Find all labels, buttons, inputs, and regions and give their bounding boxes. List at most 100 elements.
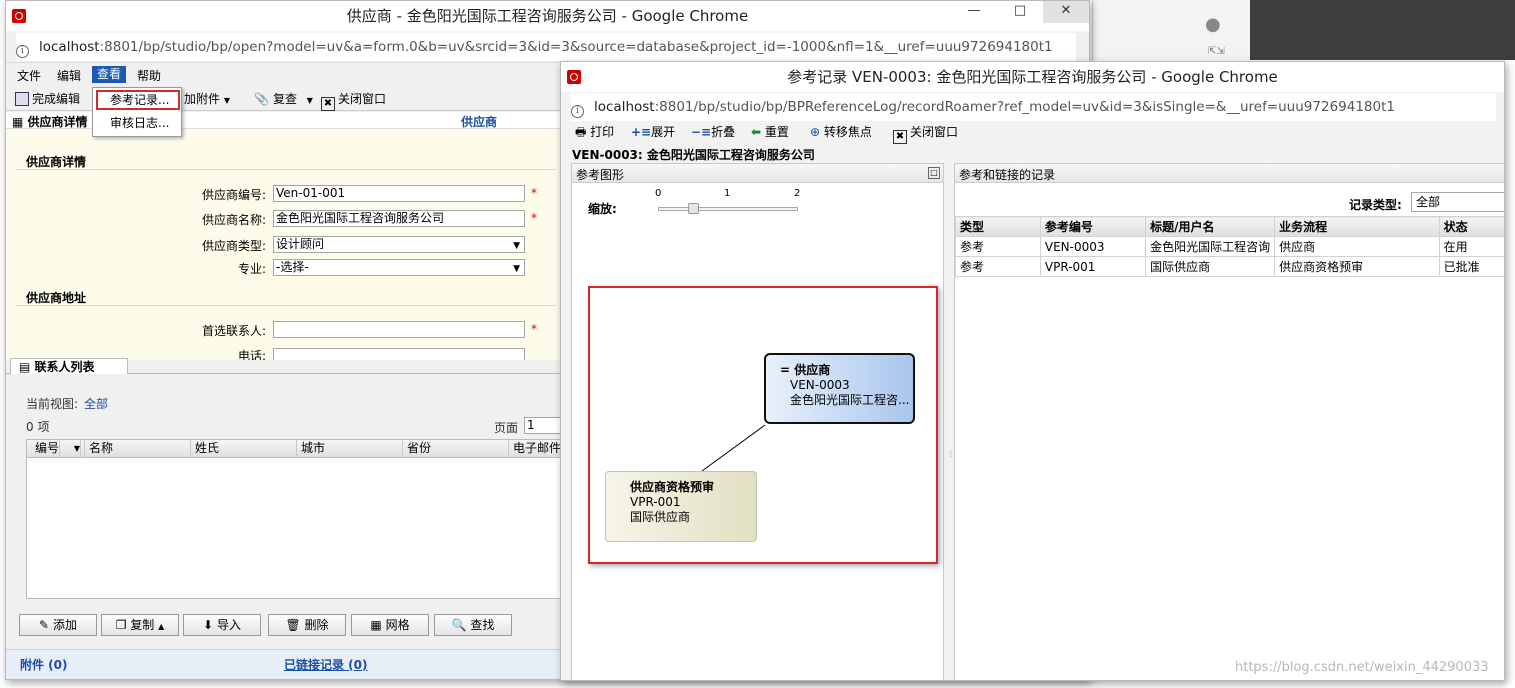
expand-icon[interactable]: ⇱⇲ bbox=[1208, 46, 1226, 58]
oracle-app-icon bbox=[567, 70, 581, 84]
vendor-name-label: 供应商名称: bbox=[201, 213, 266, 227]
finish-edit-button[interactable]: 完成编辑 bbox=[15, 89, 80, 109]
specialty-label: 专业: bbox=[237, 262, 266, 276]
reset-label: 重置 bbox=[764, 125, 789, 139]
form-icon: ▦ bbox=[12, 115, 24, 129]
close-button[interactable]: ✕ bbox=[1043, 1, 1089, 23]
contacts-tab[interactable]: ▤ 联系人列表 bbox=[10, 358, 128, 375]
zoom-thumb[interactable] bbox=[688, 203, 699, 214]
ref-close-window-button[interactable]: ✖ 关闭窗口 bbox=[893, 122, 958, 144]
vendor-form: 供应商详情 供应商编号: Ven-01-001 * 供应商名称: 金色阳光国际工… bbox=[6, 128, 561, 363]
contacts-panel: 当前视图: 全部 0 项 页面 1 编号 ▼ 名称 姓氏 城市 省份 电子邮件 ✎… bbox=[6, 374, 564, 644]
main-address-bar[interactable]: i localhost:8801/bp/studio/bp/open?model=… bbox=[16, 33, 1076, 61]
menu-help[interactable]: 帮助 bbox=[137, 67, 161, 84]
find-label: 查找 bbox=[470, 618, 495, 632]
review-label: 复查 bbox=[272, 92, 297, 106]
contacts-grid: 编号 ▼ 名称 姓氏 城市 省份 电子邮件 bbox=[26, 439, 562, 599]
main-window-title: 供应商 - 金色阳光国际工程咨询服务公司 - Google Chrome bbox=[346, 7, 749, 25]
current-view-value[interactable]: 全部 bbox=[84, 395, 108, 412]
ref-log-menu-item[interactable]: 参考记录... bbox=[96, 90, 180, 110]
reset-button[interactable]: ⬅ 重置 bbox=[751, 122, 789, 142]
table-row[interactable]: 参考 VPR-001 国际供应商 供应商资格预审 已批准 bbox=[955, 256, 1504, 277]
audit-log-menu-item[interactable]: 审核日志... bbox=[96, 114, 180, 134]
contact-label: 首选联系人: bbox=[201, 324, 266, 338]
ref-window-title: 参考记录 VEN-0003: 金色阳光国际工程咨询服务公司 - Google C… bbox=[787, 68, 1278, 86]
close-window-button[interactable]: ✖ 关闭窗口 bbox=[321, 89, 386, 111]
col-status[interactable]: 状态 bbox=[1438, 216, 1504, 237]
finish-edit-label: 完成编辑 bbox=[32, 92, 81, 106]
page-input[interactable]: 1 bbox=[524, 417, 564, 434]
graph-panel-header: 参考图形 □ bbox=[572, 164, 943, 183]
print-label: 打印 bbox=[590, 125, 615, 139]
copy-button[interactable]: ❐ 复制 ▲ bbox=[101, 614, 179, 636]
cell-business-process: 供应商 bbox=[1274, 236, 1440, 257]
col-surname[interactable]: 姓氏 bbox=[191, 440, 297, 458]
col-ref-no[interactable]: 参考编号 bbox=[1039, 216, 1147, 237]
contact-input[interactable] bbox=[273, 321, 525, 338]
maximize-button[interactable]: □ bbox=[997, 1, 1043, 23]
info-icon[interactable]: i bbox=[16, 45, 29, 58]
ref-toolbar: 🖶 打印 +≡展开 −≡折叠 ⬅ 重置 ⊕ 转移焦点 ✖ 关闭窗口 bbox=[561, 121, 1504, 144]
watermark: https://blog.csdn.net/weixin_44290033 bbox=[1235, 660, 1489, 675]
panel-splitter[interactable]: ⋮ bbox=[947, 450, 955, 466]
ref-address-bar[interactable]: i localhost:8801/bp/studio/bp/BPReference… bbox=[571, 93, 1496, 121]
add-attachment-button[interactable]: 加附件 ▼ bbox=[184, 89, 230, 109]
linked-records-link[interactable]: 已链接记录 (0) bbox=[284, 656, 368, 673]
delete-button[interactable]: 🗑 删除 bbox=[268, 614, 346, 636]
vendor-no-input[interactable]: Ven-01-001 bbox=[273, 185, 525, 202]
user-icon[interactable]: ● bbox=[1205, 14, 1227, 36]
print-button[interactable]: 🖶 打印 bbox=[575, 122, 614, 142]
copy-label: 复制 bbox=[130, 618, 155, 632]
current-view-label: 当前视图: bbox=[26, 397, 79, 411]
grid-button[interactable]: ▦ 网格 bbox=[351, 614, 429, 636]
col-province[interactable]: 省份 bbox=[403, 440, 509, 458]
add-button[interactable]: ✎ 添加 bbox=[19, 614, 97, 636]
import-icon: ⬇ bbox=[203, 618, 214, 632]
menu-edit[interactable]: 编辑 bbox=[57, 67, 81, 84]
crosshair-icon: ⊕ bbox=[810, 125, 821, 139]
table-row[interactable]: 参考 VEN-0003 金色阳光国际工程咨询 供应商 在用 bbox=[955, 236, 1504, 257]
node-prequal-line1: VPR-001 bbox=[630, 495, 681, 509]
record-type-label: 记录类型: bbox=[1349, 198, 1402, 212]
vendor-name-input[interactable]: 金色阳光国际工程咨询服务公司 bbox=[273, 210, 525, 227]
specialty-select[interactable]: -选择- ▼ bbox=[273, 259, 525, 276]
node-vendor-line1: VEN-0003 bbox=[790, 378, 850, 392]
graph-node-prequal[interactable]: 供应商资格预审 VPR-001 国际供应商 bbox=[605, 471, 757, 542]
maximize-panel-icon[interactable]: □ bbox=[928, 167, 940, 179]
add-icon: ✎ bbox=[39, 618, 50, 632]
vendor-type-select[interactable]: 设计顾问 ▼ bbox=[273, 236, 525, 253]
col-title-user[interactable]: 标题/用户名 bbox=[1145, 216, 1276, 237]
import-button[interactable]: ⬇ 导入 bbox=[183, 614, 261, 636]
col-city[interactable]: 城市 bbox=[297, 440, 403, 458]
records-table: 类型 参考编号 标题/用户名 业务流程 状态 参考 VEN-0003 金色阳光国… bbox=[955, 216, 1504, 277]
col-name[interactable]: 名称 bbox=[85, 440, 191, 458]
shift-focus-button[interactable]: ⊕ 转移焦点 bbox=[810, 122, 872, 142]
info-icon[interactable]: i bbox=[571, 105, 584, 118]
paperclip-icon: 📎 bbox=[254, 92, 269, 106]
review-button[interactable]: 📎 复查 ▼ bbox=[254, 89, 313, 109]
shift-focus-label: 转移焦点 bbox=[823, 125, 872, 139]
reference-browser-window: 参考记录 VEN-0003: 金色阳光国际工程咨询服务公司 - Google C… bbox=[560, 61, 1505, 681]
reset-arrow-icon: ⬅ bbox=[751, 125, 762, 139]
required-marker: * bbox=[531, 186, 537, 200]
zoom-track[interactable] bbox=[658, 207, 798, 211]
attachments-link[interactable]: 附件 (0) bbox=[20, 656, 68, 673]
zoom-slider[interactable]: 0 1 2 bbox=[655, 188, 800, 218]
col-type[interactable]: 类型 bbox=[955, 216, 1041, 237]
expand-button[interactable]: +≡展开 bbox=[631, 122, 675, 142]
col-business-process[interactable]: 业务流程 bbox=[1274, 216, 1440, 237]
menu-file[interactable]: 文件 bbox=[17, 67, 41, 84]
collapse-button[interactable]: −≡折叠 bbox=[691, 122, 735, 142]
graph-node-vendor[interactable]: = 供应商 VEN-0003 金色阳光国际工程咨... bbox=[764, 353, 915, 424]
chevron-down-icon: ▼ bbox=[306, 96, 313, 105]
ref-title-bar: 参考记录 VEN-0003: 金色阳光国际工程咨询服务公司 - Google C… bbox=[561, 62, 1504, 92]
minimize-button[interactable]: — bbox=[951, 1, 997, 23]
main-title-bar: 供应商 - 金色阳光国际工程咨询服务公司 - Google Chrome — □… bbox=[6, 1, 1089, 31]
menu-bar: 文件 编辑 查看 帮助 bbox=[6, 62, 561, 86]
cell-ref-no: VEN-0003 bbox=[1039, 236, 1147, 257]
collapse-label: 折叠 bbox=[711, 125, 736, 139]
record-type-select[interactable]: 全部 bbox=[1411, 192, 1504, 212]
menu-view[interactable]: 查看 bbox=[92, 66, 127, 83]
col-number[interactable]: 编号 ▼ bbox=[27, 440, 85, 458]
find-button[interactable]: 🔍 查找 bbox=[434, 614, 512, 636]
